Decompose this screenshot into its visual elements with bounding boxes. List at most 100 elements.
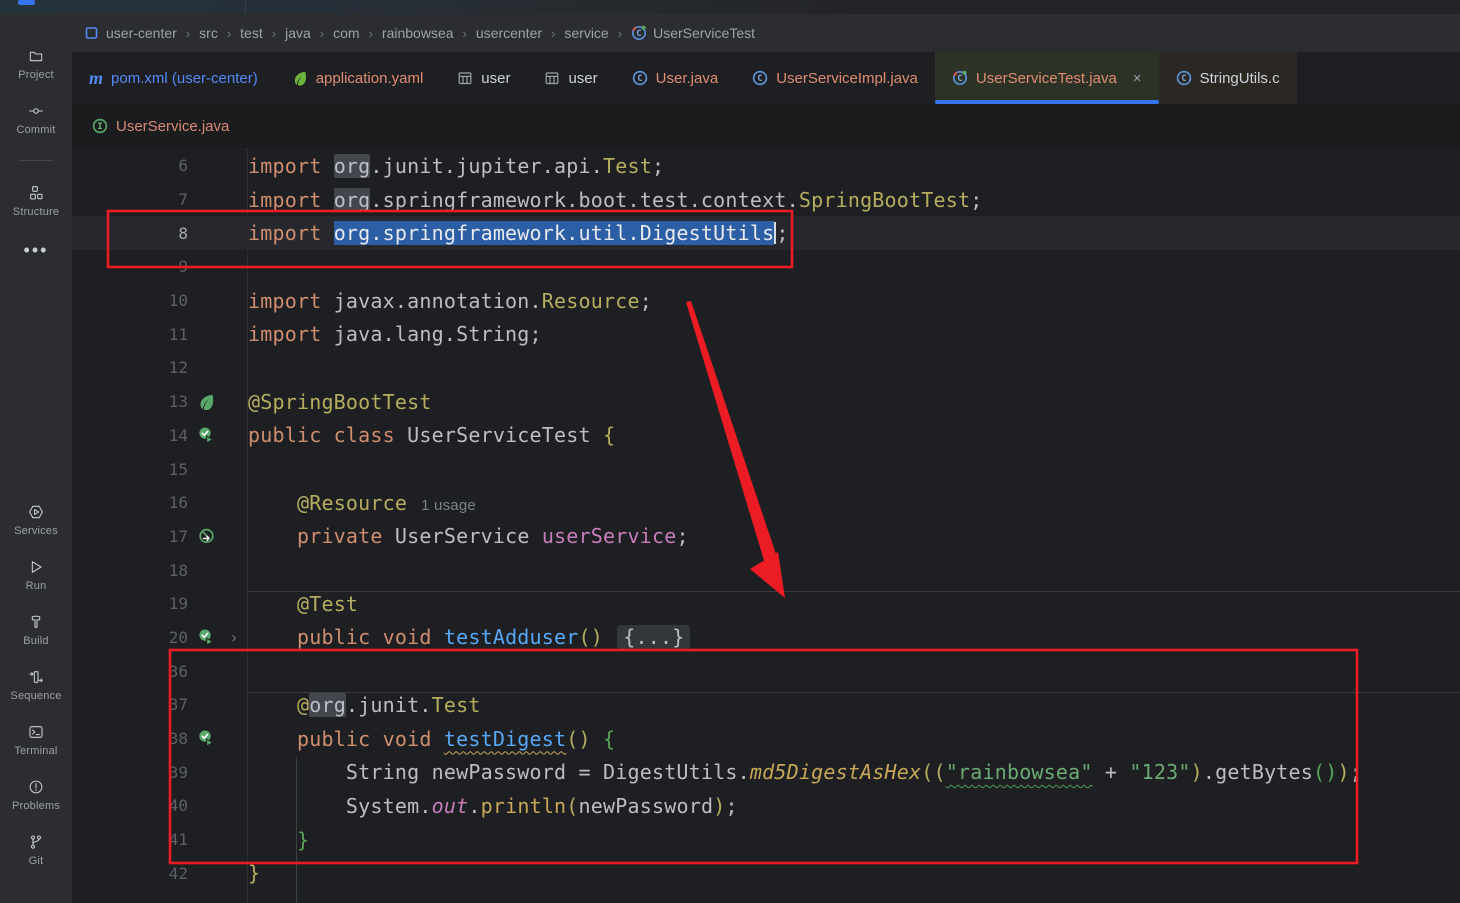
terminal-icon	[28, 724, 44, 740]
code-line-36[interactable]: 36	[72, 654, 1460, 688]
editor-tab-pom-xml-user-center-[interactable]: m pom.xml (user-center)	[72, 52, 275, 104]
more-tool-windows-button[interactable]: •••	[24, 240, 49, 261]
runcheck-gutter-icon[interactable]	[192, 427, 220, 444]
code-line-10[interactable]: 10 import javax.annotation.Resource;	[72, 284, 1460, 318]
breadcrumb-label: com	[333, 25, 360, 41]
breadcrumb-label: usercenter	[475, 25, 543, 41]
sidebar-item-terminal[interactable]: Terminal	[14, 724, 57, 757]
sidebar-item-sequence[interactable]: Sequence	[10, 669, 61, 702]
testclass-icon: C	[952, 70, 968, 86]
leaf-gutter-icon[interactable]	[192, 393, 220, 411]
editor-tab-user[interactable]: user	[440, 52, 527, 104]
breadcrumb-separator: ›	[271, 25, 277, 41]
class-icon: C	[632, 70, 648, 86]
line-number: 9	[178, 257, 188, 277]
breadcrumb-item-test[interactable]: test	[240, 25, 263, 41]
code-text: String newPassword = DigestUtils.md5Dige…	[248, 760, 1363, 785]
code-line-40[interactable]: 40 System.out.println(newPassword);	[72, 789, 1460, 823]
code-text: public void testDigest() {	[248, 726, 616, 751]
table-icon	[544, 70, 560, 86]
fold-chevron-icon[interactable]: ›	[220, 628, 248, 647]
sidebar-item-problems[interactable]: Problems	[12, 779, 60, 812]
line-number: 7	[178, 190, 188, 210]
code-line-19[interactable]: 19 @Test	[72, 587, 1460, 621]
code-line-20[interactable]: 20 › public void testAdduser() {...}	[72, 621, 1460, 655]
code-line-6[interactable]: 6 import org.junit.jupiter.api.Test;	[72, 149, 1460, 183]
sidebar-item-label: Structure	[12, 206, 60, 218]
code-line-17[interactable]: 17 private UserService userService;	[72, 520, 1460, 554]
code-line-42[interactable]: 42}	[72, 856, 1460, 890]
code-line-7[interactable]: 7 import org.springframework.boot.test.co…	[72, 183, 1460, 217]
breadcrumb-item-service[interactable]: service	[564, 25, 608, 41]
folded-region[interactable]: {...}	[617, 625, 691, 650]
line-number: 40	[168, 796, 188, 816]
services-icon	[28, 504, 44, 520]
close-icon[interactable]: ×	[1133, 70, 1142, 87]
sidebar-item-project[interactable]: Project	[18, 48, 54, 81]
code-line-41[interactable]: 41 }	[72, 823, 1460, 857]
sidebar-item-commit[interactable]: Commit	[16, 103, 55, 136]
class-icon: C	[752, 70, 768, 86]
breadcrumb-separator: ›	[462, 25, 467, 41]
sidebar-item-build[interactable]: Build	[23, 614, 49, 647]
breadcrumb-separator: ›	[319, 25, 325, 41]
sidebar-item-structure[interactable]: Structure	[13, 185, 59, 218]
editor-tab-user[interactable]: user	[527, 52, 614, 104]
tab-label: application.yaml	[315, 69, 424, 87]
folder-icon	[28, 48, 44, 64]
sidebar-item-label: Commit	[16, 124, 56, 136]
runcheck-gutter-icon[interactable]	[192, 629, 220, 646]
code-line-9[interactable]: 9	[72, 250, 1460, 284]
sidebar-item-label: Services	[14, 525, 58, 537]
sidebar-item-run[interactable]: Run	[26, 559, 47, 592]
breadcrumb-item-java[interactable]: java	[285, 25, 311, 41]
related-file-label: UserService.java	[116, 117, 230, 135]
breadcrumb-separator: ›	[185, 25, 191, 41]
breadcrumb-item-rainbowsea[interactable]: rainbowsea	[382, 25, 454, 41]
breadcrumb-item-user-center[interactable]: user-center	[84, 25, 177, 41]
code-line-38[interactable]: 38 public void testDigest() {	[72, 722, 1460, 756]
usage-inlay-hint[interactable]: 1 usage	[421, 497, 476, 514]
editor-tab-userservicetest-java[interactable]: C UserServiceTest.java ×	[934, 52, 1159, 104]
code-text: @org.junit.Test	[248, 691, 1460, 717]
line-number: 12	[168, 358, 188, 378]
code-line-39[interactable]: 39 String newPassword = DigestUtils.md5D…	[72, 755, 1460, 789]
breadcrumb-item-src[interactable]: src	[199, 25, 218, 41]
interface-icon: I	[92, 118, 108, 134]
breadcrumb-item-com[interactable]: com	[333, 25, 359, 41]
code-line-13[interactable]: 13 @SpringBootTest	[72, 385, 1460, 419]
sidebar-item-label: Sequence	[10, 690, 62, 702]
sidebar-item-git[interactable]: Git	[28, 834, 44, 867]
sidebar-item-label: Project	[18, 69, 54, 81]
tab-label: StringUtils.c	[1199, 69, 1280, 87]
code-line-37[interactable]: 37 @org.junit.Test	[72, 688, 1460, 722]
code-line-16[interactable]: 16 @Resource 1 usage	[72, 486, 1460, 520]
related-file-bar[interactable]: I UserService.java	[72, 104, 1460, 149]
code-line-15[interactable]: 15	[72, 452, 1460, 486]
run-icon	[28, 559, 44, 575]
code-line-14[interactable]: 14 public class UserServiceTest {	[72, 419, 1460, 453]
breadcrumb-item-usercenter[interactable]: usercenter	[476, 25, 542, 41]
code-line-18[interactable]: 18	[72, 553, 1460, 587]
breadcrumb-label: user-center	[106, 25, 177, 41]
code-line-11[interactable]: 11 import java.lang.String;	[72, 317, 1460, 351]
module-icon	[84, 25, 100, 41]
sidebar-item-label: Terminal	[14, 745, 58, 757]
code-text: }	[248, 827, 310, 852]
sidebar-item-label: Run	[25, 580, 47, 592]
sidebar-item-services[interactable]: Services	[14, 504, 58, 537]
code-editor[interactable]: 6 import org.junit.jupiter.api.Test; 7 impo…	[72, 149, 1460, 903]
code-text: @SpringBootTest	[248, 389, 432, 414]
code-line-8[interactable]: 8 import org.springframework.util.DigestU…	[72, 216, 1460, 251]
line-number: 42	[168, 863, 188, 883]
code-text: import java.lang.String;	[248, 322, 542, 347]
breadcrumb-item-userservicetest[interactable]: C UserServiceTest	[631, 25, 755, 41]
code-line-12[interactable]: 12	[72, 351, 1460, 385]
editor-tab-userserviceimpl-java[interactable]: C UserServiceImpl.java	[735, 52, 935, 104]
runcheck-gutter-icon[interactable]	[192, 730, 220, 747]
bean-gutter-icon[interactable]	[192, 528, 220, 545]
editor-tab-user-java[interactable]: C User.java	[615, 52, 736, 104]
editor-tab-stringutils-c[interactable]: C StringUtils.c	[1158, 52, 1297, 104]
editor-tab-application-yaml[interactable]: application.yaml	[275, 52, 441, 104]
breadcrumb-separator: ›	[368, 25, 373, 41]
